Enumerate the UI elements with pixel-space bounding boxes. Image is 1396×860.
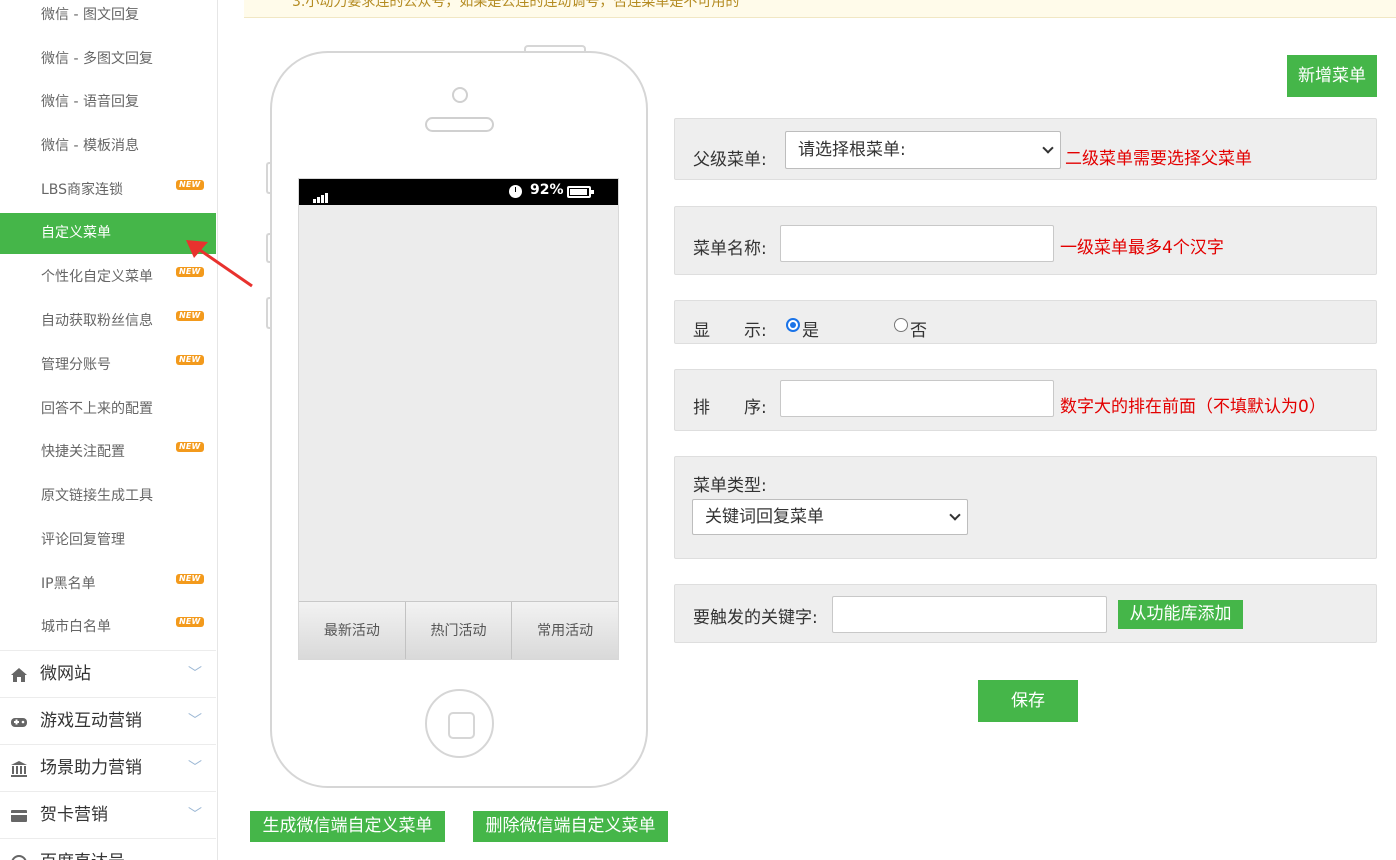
new-badge: NEW	[176, 617, 204, 627]
sidebar-category-scene[interactable]: 场景助力营销 ﹀	[0, 744, 216, 791]
notice-text: 3.小动力要求连的公众号，如果是公连的连动调号，否连菜单是不可用的	[292, 0, 740, 10]
new-badge: NEW	[176, 180, 204, 190]
battery-icon	[567, 186, 594, 198]
sidebar-item-city-whitelist[interactable]: 城市白名单 NEW	[0, 607, 216, 647]
phone-home-button	[425, 689, 494, 758]
keyword-row: 要触发的关键字: 从功能库添加	[674, 584, 1377, 643]
sidebar-item-link-tool[interactable]: 原文链接生成工具	[0, 476, 216, 516]
new-badge: NEW	[176, 311, 204, 321]
show-yes-radio[interactable]	[786, 318, 800, 332]
chevron-down-icon	[949, 509, 961, 521]
phone-menu-item-common[interactable]: 常用活动	[512, 602, 619, 659]
delete-menu-button[interactable]: 删除微信端自定义菜单	[473, 811, 668, 842]
add-menu-button[interactable]: 新增菜单	[1287, 55, 1377, 97]
keyword-label: 要触发的关键字:	[693, 608, 818, 628]
parent-menu-label: 父级菜单:	[693, 150, 767, 170]
show-row: 显 示: 是 否	[674, 300, 1377, 344]
chevron-down-icon: ﹀	[188, 760, 202, 776]
chevron-down-icon	[1042, 142, 1054, 154]
sidebar-item-lbs-chain[interactable]: LBS商家连锁 NEW	[0, 170, 216, 210]
parent-menu-row: 父级菜单: 请选择根菜单: 二级菜单需要选择父菜单	[674, 118, 1377, 180]
sidebar: 微信 - 图文回复 微信 - 多图文回复 微信 - 语音回复 微信 - 模板消息…	[0, 0, 218, 860]
phone-menu-item-hot[interactable]: 热门活动	[405, 602, 513, 659]
category-label: 百度直达号	[40, 852, 125, 860]
category-label: 贺卡营销	[40, 805, 108, 825]
order-input[interactable]	[780, 380, 1054, 417]
new-badge: NEW	[176, 355, 204, 365]
phone-menu-item-latest[interactable]: 最新活动	[299, 602, 406, 659]
sidebar-category-game[interactable]: 游戏互动营销 ﹀	[0, 697, 216, 744]
show-no-label[interactable]: 否	[910, 316, 927, 341]
card-icon	[11, 810, 27, 822]
order-label-b: 序:	[744, 398, 767, 418]
parent-menu-select-value: 请选择根菜单:	[798, 140, 906, 160]
order-hint: 数字大的排在前面（不填默认为0）	[1060, 397, 1326, 417]
sidebar-category-microsite[interactable]: 微网站 ﹀	[0, 650, 216, 697]
sidebar-item-quick-follow[interactable]: 快捷关注配置 NEW	[0, 432, 216, 472]
category-label: 微网站	[40, 664, 91, 684]
chevron-down-icon: ﹀	[188, 807, 202, 823]
sidebar-item-comment-reply[interactable]: 评论回复管理	[0, 520, 216, 560]
menu-type-row: 菜单类型: 关键词回复菜单	[674, 456, 1377, 559]
sidebar-item-fan-info[interactable]: 自动获取粉丝信息 NEW	[0, 301, 216, 341]
show-label-a: 显	[693, 321, 710, 341]
order-label-a: 排	[693, 398, 710, 418]
gamepad-icon	[11, 718, 27, 727]
sidebar-item-template-message[interactable]: 微信 - 模板消息	[0, 126, 216, 166]
chevron-down-icon: ﹀	[188, 666, 202, 682]
sidebar-category-baidu[interactable]: 百度直达号	[0, 838, 216, 860]
sidebar-category-greeting-card[interactable]: 贺卡营销 ﹀	[0, 791, 216, 838]
phone-camera	[452, 87, 468, 103]
chevron-down-icon: ﹀	[188, 713, 202, 729]
notice-bar: 3.小动力要求连的公众号，如果是公连的连动调号，否连菜单是不可用的	[244, 0, 1396, 18]
battery-percent: 92%	[530, 182, 564, 198]
home-icon	[11, 668, 27, 682]
order-row: 排 序: 数字大的排在前面（不填默认为0）	[674, 369, 1377, 431]
generate-menu-button[interactable]: 生成微信端自定义菜单	[250, 811, 445, 842]
menu-name-input[interactable]	[780, 225, 1054, 262]
compass-icon	[11, 855, 27, 860]
annotation-arrow-icon	[186, 240, 253, 288]
clock-icon	[509, 185, 522, 198]
show-label-b: 示:	[744, 321, 767, 341]
phone-status-bar: 92%	[299, 179, 618, 205]
category-label: 游戏互动营销	[40, 711, 142, 731]
bank-icon	[11, 761, 27, 777]
menu-type-label: 菜单类型:	[693, 476, 767, 496]
menu-type-select-value: 关键词回复菜单	[705, 507, 824, 527]
sidebar-item-fallback-config[interactable]: 回答不上来的配置	[0, 389, 216, 429]
new-badge: NEW	[176, 574, 204, 584]
sidebar-item-sub-accounts[interactable]: 管理分账号 NEW	[0, 345, 216, 385]
new-badge: NEW	[176, 442, 204, 452]
phone-screen: 92% 最新活动 热门活动 常用活动	[298, 178, 619, 660]
category-label: 场景助力营销	[40, 758, 142, 778]
show-no-radio[interactable]	[894, 318, 908, 332]
parent-menu-select[interactable]: 请选择根菜单:	[785, 131, 1061, 169]
save-button[interactable]: 保存	[978, 680, 1078, 722]
show-yes-label[interactable]: 是	[802, 316, 819, 341]
menu-name-label: 菜单名称:	[693, 239, 767, 259]
signal-icon	[313, 187, 329, 203]
menu-name-row: 菜单名称: 一级菜单最多4个汉字	[674, 206, 1377, 275]
menu-type-select[interactable]: 关键词回复菜单	[692, 499, 968, 535]
sidebar-item-voice-reply[interactable]: 微信 - 语音回复	[0, 82, 216, 122]
keyword-input[interactable]	[832, 596, 1107, 633]
sidebar-item-text-reply[interactable]: 微信 - 图文回复	[0, 0, 216, 35]
menu-name-hint: 一级菜单最多4个汉字	[1060, 238, 1224, 258]
sidebar-item-ip-blacklist[interactable]: IP黑名单 NEW	[0, 564, 216, 604]
phone-speaker	[425, 117, 494, 132]
sidebar-item-multi-text-reply[interactable]: 微信 - 多图文回复	[0, 39, 216, 79]
phone-menu-bar: 最新活动 热门活动 常用活动	[299, 601, 619, 659]
parent-menu-hint: 二级菜单需要选择父菜单	[1065, 149, 1252, 169]
add-from-library-button[interactable]: 从功能库添加	[1118, 600, 1243, 629]
